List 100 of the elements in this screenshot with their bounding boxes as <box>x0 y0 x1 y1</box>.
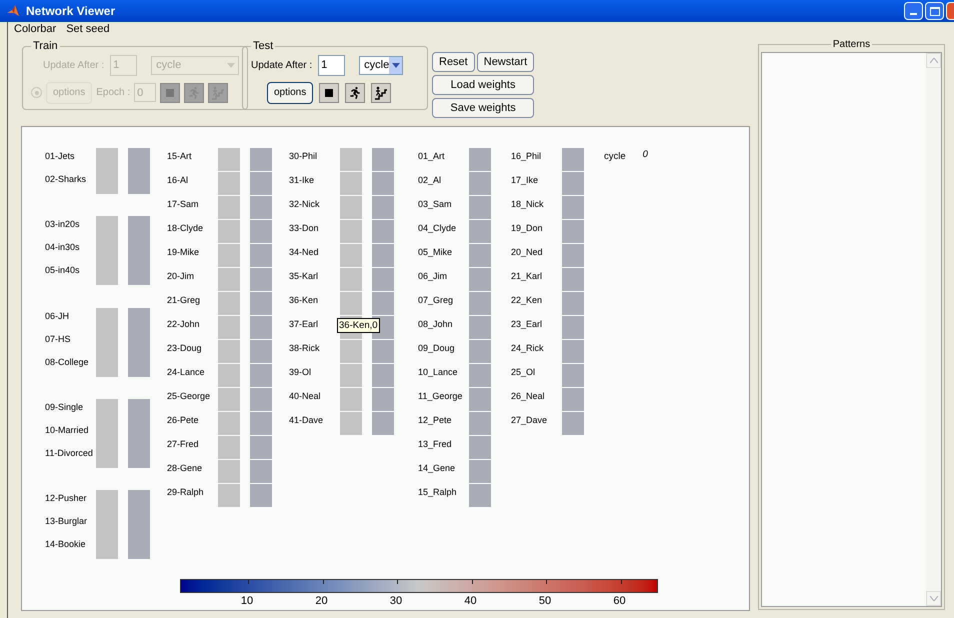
unit-label: 12-Pusher <box>45 492 88 505</box>
app-logo-icon <box>6 4 20 18</box>
group-title: Train <box>32 39 59 54</box>
unit-label: 20-Jim <box>167 270 196 283</box>
colorbar-tick-label: 30 <box>390 594 402 609</box>
colorbar-tick-label: 40 <box>464 594 477 609</box>
unit-label: 18-Clyde <box>167 222 204 235</box>
unit-label: 33-Don <box>289 222 320 235</box>
unit-label: 21_Karl <box>511 270 544 283</box>
unit-label: 17-Sam <box>167 198 200 211</box>
unit-label: 41-Dave <box>289 414 324 427</box>
unit-label: 08-College <box>45 356 90 369</box>
colorbar-tick <box>620 580 622 584</box>
unit-label: 07-HS <box>45 332 72 346</box>
unit-label: 23-Doug <box>167 342 203 355</box>
unit-label: 16_Phil <box>511 150 542 163</box>
unit-label: 28-Gene <box>167 462 204 475</box>
update-after-label: Update After : <box>251 58 312 72</box>
unit-label: 02-Sharks <box>45 173 88 186</box>
unit-label: 22_Ken <box>511 294 544 307</box>
colorbar-tick <box>546 580 547 584</box>
patterns-title: Patterns <box>832 38 872 52</box>
unit-label: 23_Earl <box>511 318 544 331</box>
unit-label: 13-Burglar <box>45 515 88 528</box>
unit-label: 05_Mike <box>418 246 454 259</box>
unit-label: 27_Dave <box>511 414 548 427</box>
tooltip: 36-Ken,0 <box>337 318 380 333</box>
unit-label: 25-George <box>167 390 212 403</box>
stop-icon <box>166 88 174 96</box>
colorbar-tick <box>322 580 324 584</box>
unit-label: 19_Don <box>511 222 544 235</box>
step-run-button[interactable] <box>371 82 392 102</box>
window-title: Network Viewer <box>26 3 116 20</box>
unit-label: 01-Jets <box>45 150 76 163</box>
update-after-field[interactable]: 1 <box>318 54 346 76</box>
unit-label: 08_John <box>418 318 454 331</box>
minimize-button[interactable] <box>904 2 923 20</box>
unit-label: 12_Pete <box>418 414 453 427</box>
unit-label: 24_Rick <box>511 342 545 355</box>
reset-button[interactable]: Reset <box>432 52 475 72</box>
unit-label: 10-Married <box>45 424 90 437</box>
scroll-down-icon[interactable] <box>926 591 941 606</box>
cycle-label: cycle <box>604 150 626 164</box>
unit-label: 11-Divorced <box>45 446 94 460</box>
colorbar-tick-label: 50 <box>538 594 552 609</box>
unit-label: 27-Fred <box>167 438 200 451</box>
runner-icon <box>349 86 362 98</box>
load-weights-button[interactable]: Load weights <box>432 75 534 95</box>
close-button[interactable] <box>946 2 954 20</box>
unit-label: 24-Lance <box>167 366 206 379</box>
unit-label: 17_Ike <box>511 174 540 187</box>
unit-label: 06_Jim <box>418 270 448 283</box>
unit-label: 15-Art <box>167 150 193 163</box>
newstart-button[interactable]: Newstart <box>476 52 534 72</box>
unit-label: 02_Al <box>418 174 442 187</box>
unit-label: 03-in20s <box>45 218 81 232</box>
unit-label: 37-Earl <box>289 318 320 331</box>
options-button[interactable]: options <box>267 82 314 104</box>
unit-label: 25_Ol <box>511 366 536 379</box>
mode-dropdown[interactable]: cycle <box>359 56 404 74</box>
unit-label: 15_Ralph <box>418 486 458 499</box>
unit-label: 30-Phil <box>289 150 318 163</box>
stairs-runner-icon <box>211 86 226 100</box>
stop-icon <box>325 88 334 96</box>
cycle-value: 0 <box>642 148 648 162</box>
colorbar-tick-label: 60 <box>613 594 626 609</box>
menu-item[interactable]: Set seed <box>66 20 110 38</box>
unit-label: 22-John <box>167 318 201 331</box>
unit-label: 20_Ned <box>511 246 544 259</box>
scroll-up-icon[interactable] <box>926 53 941 68</box>
unit-label: 36-Ken <box>289 294 320 307</box>
stairs-runner-icon <box>374 86 388 100</box>
menu-item[interactable]: Colorbar <box>14 20 56 38</box>
unit-label: 07_Greg <box>418 294 454 307</box>
unit-label: 35-Karl <box>289 270 320 283</box>
unit-label: 32-Nick <box>289 198 321 211</box>
unit-label: 06-JH <box>45 310 70 322</box>
maximize-button[interactable] <box>925 2 944 20</box>
unit-label: 01_Art <box>418 150 446 163</box>
colorbar-tick <box>248 580 249 584</box>
unit-label: 16-Al <box>167 174 190 187</box>
colorbar-tick-label: 20 <box>315 594 328 609</box>
unit-label: 29-Ralph <box>167 486 205 499</box>
update-after-label: Update After : <box>43 58 104 72</box>
save-weights-button[interactable]: Save weights <box>432 98 534 118</box>
run-button[interactable] <box>345 82 366 102</box>
stop-button[interactable] <box>319 82 340 102</box>
unit-label: 39-Ol <box>289 366 312 379</box>
unit-label: 09_Doug <box>418 342 456 355</box>
unit-label: 03_Sam <box>418 198 453 211</box>
unit-label: 26_Neal <box>511 390 546 403</box>
scrollbar[interactable] <box>926 53 941 606</box>
colorbar-tick-label: 10 <box>240 594 254 609</box>
unit-label: 11_George <box>418 390 464 403</box>
unit-label: 04_Clyde <box>418 222 458 235</box>
unit-label: 05-in40s <box>45 264 81 278</box>
unit-label: 21-Greg <box>167 294 202 307</box>
dropdown-arrow-icon <box>226 62 235 68</box>
dropdown-arrow-icon <box>392 62 400 68</box>
unit-label: 38-Rick <box>289 342 321 355</box>
